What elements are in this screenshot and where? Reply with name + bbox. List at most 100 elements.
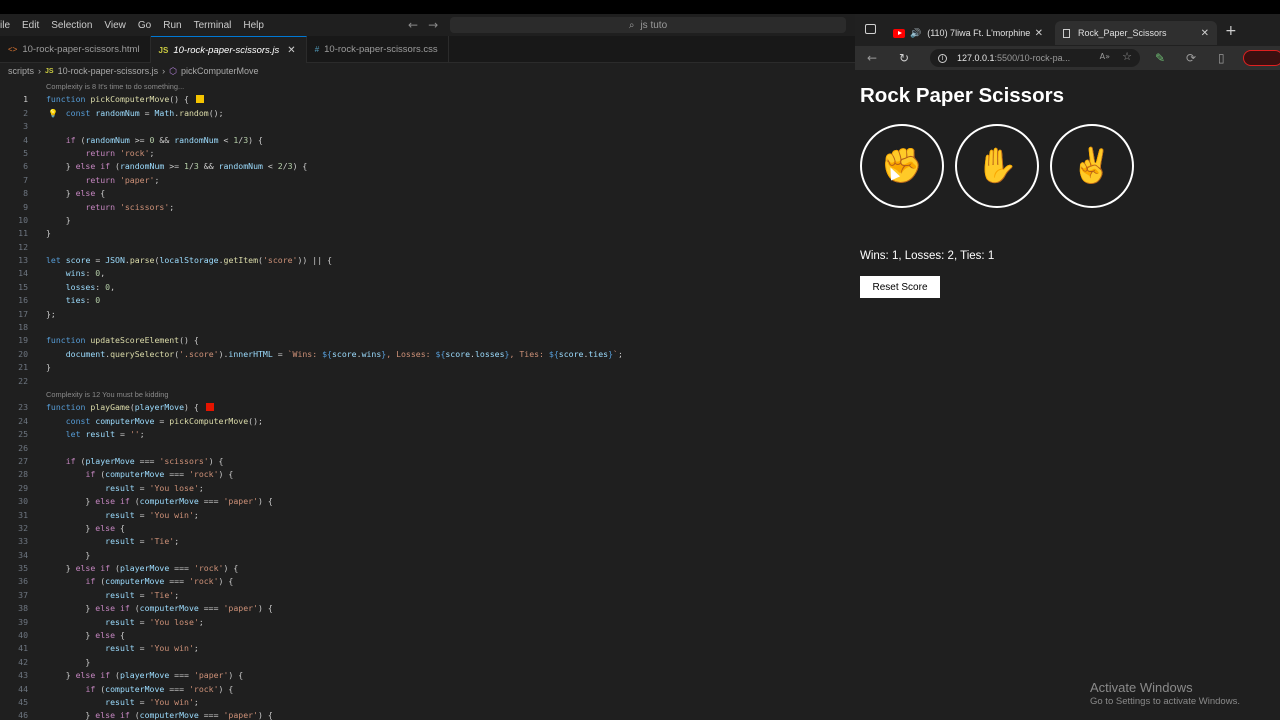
code-line: 24 const computerMove = pickComputerMove… <box>18 415 263 426</box>
code-line: 17}; <box>18 308 56 319</box>
code-line: 30 } else if (computerMove === 'paper') … <box>18 496 273 507</box>
code-line: 42 } <box>18 656 91 667</box>
split-screen-icon[interactable]: ▯ <box>1218 51 1225 65</box>
code-line: 25 let result = ''; <box>18 429 145 440</box>
code-line: 10 } <box>18 214 71 225</box>
score-text: Wins: 1, Losses: 2, Ties: 1 <box>860 250 995 262</box>
menu-go[interactable]: Go <box>132 20 157 31</box>
code-line: 31 result = 'You win'; <box>18 509 199 520</box>
code-line: 16 ties: 0 <box>18 295 101 306</box>
menu-bar: ile Edit Selection View Go Run Terminal … <box>0 14 855 36</box>
browser-tab-title: (110) 7liwa Ft. L'morphine <box>927 28 1031 38</box>
close-icon[interactable]: ✕ <box>1201 28 1209 39</box>
tab-label: 10-rock-paper-scissors.js <box>173 44 280 56</box>
code-line: 7 return 'paper'; <box>23 174 160 185</box>
code-line: 32 } else { <box>18 522 125 533</box>
reload-icon[interactable]: ↻ <box>899 51 909 65</box>
code-line: 39 result = 'You lose'; <box>18 616 204 627</box>
nav-arrows: ← → <box>408 18 438 32</box>
new-tab-icon[interactable]: + <box>1225 24 1237 38</box>
code-line: 9 return 'scissors'; <box>23 201 175 212</box>
code-line: 19 function updateScoreElement() { <box>18 335 199 346</box>
scissors-button[interactable]: ✌️ <box>1050 124 1134 208</box>
code-line: 46 } else if (computerMove === 'paper') … <box>18 710 273 720</box>
function-symbol-icon: ⬡ <box>169 65 177 76</box>
browser-tab-active[interactable]: Rock_Paper_Scissors ✕ <box>1055 21 1217 45</box>
star-icon[interactable]: ☆ <box>1122 50 1132 63</box>
menu-help[interactable]: Help <box>237 20 270 31</box>
info-icon[interactable]: i <box>938 53 947 63</box>
code-line: 1 function pickComputerMove() { <box>0 93 855 106</box>
browser-tab-youtube[interactable]: 🔊 (110) 7liwa Ft. L'morphine ✕ <box>893 21 1051 45</box>
code-line: 4 if (randomNum >= 0 && randomNum < 1/3)… <box>23 134 263 145</box>
code-line: 23 function playGame(playerMove) { <box>0 401 855 414</box>
breadcrumb: scripts › JS 10-rock-paper-scissors.js ›… <box>8 64 259 78</box>
chevron-right-icon: › <box>38 66 42 76</box>
profile-button[interactable] <box>1243 50 1280 66</box>
menu-edit[interactable]: Edit <box>16 20 45 31</box>
breadcrumb-folder[interactable]: scripts <box>8 66 34 76</box>
command-center-search[interactable]: ⌕ js tuto <box>450 17 846 33</box>
code-line: 13 let score = JSON.parse(localStorage.ge… <box>18 255 333 266</box>
complexity-lens[interactable]: Complexity is 8 It's time to do somethin… <box>46 80 184 93</box>
tab-label: 10-rock-paper-scissors.css <box>324 43 438 55</box>
close-icon[interactable]: ✕ <box>1035 28 1043 39</box>
tab-label: 10-rock-paper-scissors.html <box>22 43 140 55</box>
scissors-emoji-icon: ✌️ <box>1070 147 1114 185</box>
watermark-subtitle: Go to Settings to activate Windows. <box>1090 696 1240 707</box>
html-file-icon: <> <box>8 44 18 54</box>
code-line: 21} <box>18 362 51 373</box>
code-line: 35 } else if (playerMove === 'rock') { <box>18 563 239 574</box>
warning-marker-icon <box>195 95 204 104</box>
tab-css-file[interactable]: # 10-rock-paper-scissors.css <box>307 36 449 62</box>
code-lens: Complexity is 12 You must be kidding <box>0 388 855 401</box>
tab-actions-icon[interactable] <box>865 24 876 34</box>
tab-html-file[interactable]: <> 10-rock-paper-scissors.html <box>0 36 151 62</box>
command-center-text: js tuto <box>640 19 668 31</box>
code-line: 43 } else if (playerMove === 'paper') { <box>18 670 244 681</box>
code-line: 36 if (computerMove === 'rock') { <box>18 576 234 587</box>
js-file-icon: JS <box>45 67 54 75</box>
rock-emoji-icon: ✊ <box>880 147 924 185</box>
youtube-icon <box>893 28 905 38</box>
extension-icon[interactable]: ✎ <box>1155 51 1165 65</box>
complexity-lens[interactable]: Complexity is 12 You must be kidding <box>46 388 168 401</box>
browser-toolbar: ← ↻ i 127.0.0.1:5500/10-rock-pa... A» ☆ … <box>855 46 1280 70</box>
code-line: 38 } else if (computerMove === 'paper') … <box>18 603 273 614</box>
code-line: 12 <box>18 241 28 252</box>
address-bar[interactable]: i 127.0.0.1:5500/10-rock-pa... A» ☆ <box>930 49 1140 67</box>
screen-top-strip <box>0 0 1280 14</box>
menu-run[interactable]: Run <box>157 20 187 31</box>
close-icon[interactable]: ✕ <box>287 45 295 56</box>
forward-arrow-icon[interactable]: → <box>428 18 438 32</box>
code-editor[interactable]: Complexity is 8 It's time to do somethin… <box>0 80 855 720</box>
page-icon <box>1063 28 1070 38</box>
code-lens: Complexity is 8 It's time to do somethin… <box>0 80 855 93</box>
code-line: 20 document.querySelector('.score').inne… <box>18 348 623 359</box>
menu-selection[interactable]: Selection <box>45 20 98 31</box>
read-aloud-icon[interactable]: A» <box>1100 52 1110 61</box>
code-line: 18 <box>18 322 28 333</box>
browser-tab-strip: 🔊 (110) 7liwa Ft. L'morphine ✕ Rock_Pape… <box>855 14 1280 46</box>
breadcrumb-symbol[interactable]: pickComputerMove <box>181 66 259 76</box>
code-line: 37 result = 'Tie'; <box>18 589 180 600</box>
menu-file[interactable]: ile <box>0 20 16 31</box>
code-line: 11} <box>18 228 51 239</box>
menu-view[interactable]: View <box>98 20 132 31</box>
tab-js-file[interactable]: JS 10-rock-paper-scissors.js ✕ <box>150 36 307 63</box>
breadcrumb-file[interactable]: 10-rock-paper-scissors.js <box>58 66 159 76</box>
back-arrow-icon[interactable]: ← <box>867 51 877 65</box>
back-arrow-icon[interactable]: ← <box>408 18 418 32</box>
code-line: 41 result = 'You win'; <box>18 643 199 654</box>
reset-score-button[interactable]: Reset Score <box>860 276 940 298</box>
web-page: Rock Paper Scissors ✊ ✋ ✌️ Wins: 1, Loss… <box>855 70 1280 720</box>
code-line: 40 } else { <box>18 630 125 641</box>
paper-button[interactable]: ✋ <box>955 124 1039 208</box>
refresh-extension-icon[interactable]: ⟳ <box>1186 51 1196 65</box>
rock-button[interactable]: ✊ <box>860 124 944 208</box>
browser-tab-title: Rock_Paper_Scissors <box>1078 28 1167 38</box>
menu-terminal[interactable]: Terminal <box>188 20 238 31</box>
css-file-icon: # <box>314 44 320 54</box>
speaker-icon[interactable]: 🔊 <box>910 28 921 39</box>
code-line: 8 } else { <box>23 188 106 199</box>
